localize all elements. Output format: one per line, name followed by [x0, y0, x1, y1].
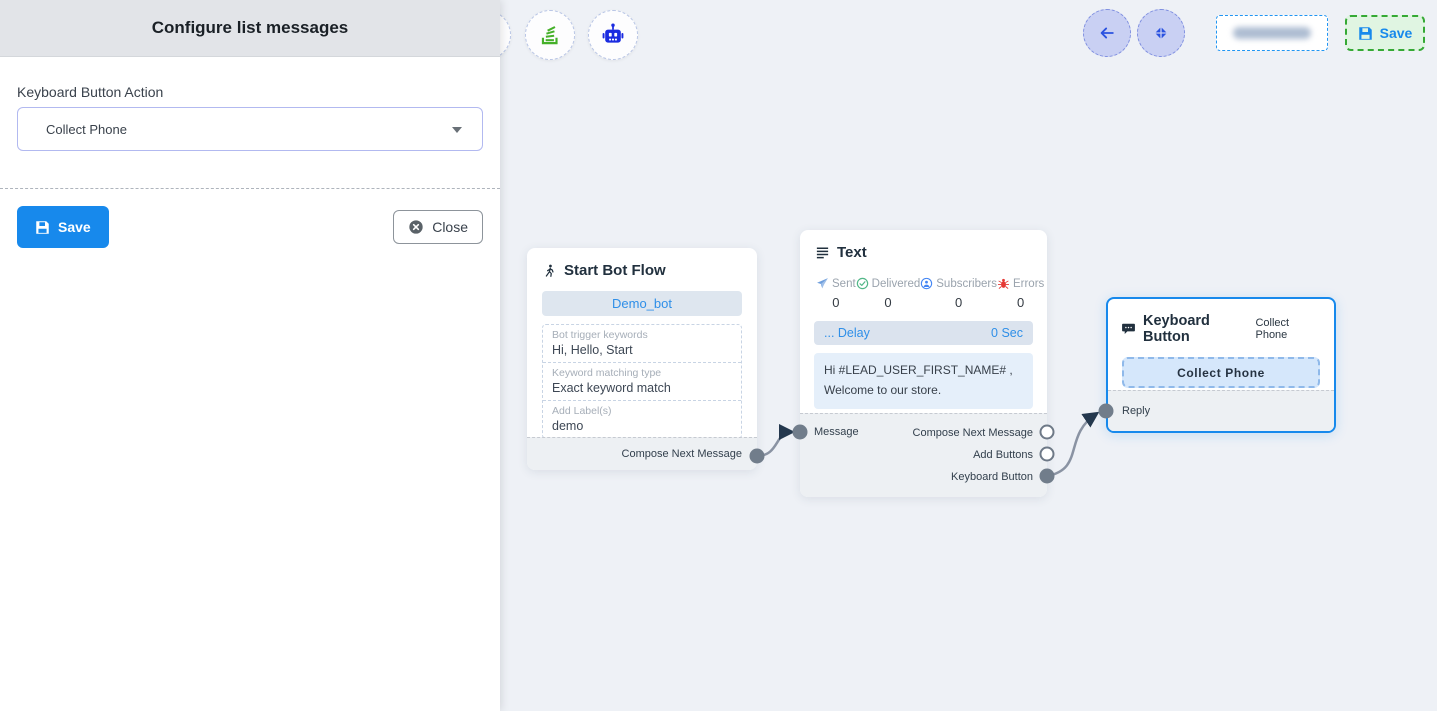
- stat-label: Sent: [832, 278, 856, 290]
- save-floppy-icon: [35, 220, 50, 235]
- compress-icon: [1153, 25, 1169, 41]
- robot-icon: [600, 22, 626, 48]
- dropdown-selected-value: Collect Phone: [46, 122, 127, 137]
- output-port-compose-next-message[interactable]: [1040, 425, 1055, 440]
- output-port-add-buttons[interactable]: [1040, 447, 1055, 462]
- layers-icon: [537, 22, 563, 48]
- stat-subscribers: Subscribers 0: [920, 277, 997, 310]
- field-label: Keyword matching type: [552, 367, 732, 379]
- flow-save-button[interactable]: Save: [1345, 15, 1425, 51]
- field-keyword-matching-type[interactable]: Keyword matching type Exact keyword matc…: [543, 362, 741, 400]
- node-start-bot-flow[interactable]: Start Bot Flow Demo_bot Bot trigger keyw…: [527, 248, 757, 470]
- output-port-compose-next-message[interactable]: [750, 449, 765, 464]
- back-arrow-icon: [1097, 23, 1117, 43]
- stat-label: Delivered: [872, 278, 921, 290]
- keyboard-action-corner-label: Collect Phone: [1255, 317, 1321, 341]
- node-title: Keyboard Button: [1143, 313, 1255, 345]
- field-value: demo: [552, 419, 732, 433]
- flow-save-label: Save: [1380, 25, 1413, 41]
- edge-text-to-keyboard: [1047, 414, 1096, 476]
- field-add-labels[interactable]: Add Label(s) demo: [543, 400, 741, 438]
- node-title: Start Bot Flow: [564, 262, 666, 279]
- close-circle-icon: [408, 219, 424, 235]
- toolbar-button-bot[interactable]: [588, 10, 638, 60]
- panel-header: Configure list messages: [0, 0, 500, 57]
- stat-errors: Errors 0: [997, 277, 1044, 310]
- panel-body: Keyboard Button Action Collect Phone: [0, 57, 500, 151]
- panel-title: Configure list messages: [152, 18, 349, 38]
- field-label: Add Label(s): [552, 405, 732, 417]
- node-title: Text: [837, 244, 867, 261]
- close-button-label: Close: [432, 219, 468, 235]
- stat-delivered: Delivered 0: [856, 277, 921, 310]
- walking-person-icon: [542, 263, 557, 279]
- keyboard-button-action-select[interactable]: Collect Phone: [17, 107, 483, 151]
- stat-value: 0: [884, 295, 891, 310]
- field-bot-trigger-keywords[interactable]: Bot trigger keywords Hi, Hello, Start: [543, 325, 741, 362]
- output-port-label: Compose Next Message: [622, 448, 742, 460]
- input-port-message[interactable]: [793, 425, 808, 440]
- node-header: Start Bot Flow: [527, 248, 757, 279]
- node-footer: Compose Next Message: [527, 437, 757, 470]
- send-icon: [816, 277, 829, 290]
- delay-label: ... Delay: [824, 326, 870, 340]
- stat-value: 0: [1017, 295, 1024, 310]
- input-port-label: Reply: [1122, 405, 1150, 417]
- bot-name-pill[interactable]: Demo_bot: [542, 291, 742, 316]
- save-button[interactable]: Save: [17, 206, 109, 248]
- back-button[interactable]: [1083, 9, 1131, 57]
- stat-value: 0: [832, 295, 839, 310]
- output-port-label: Keyboard Button: [951, 471, 1033, 483]
- chat-bubble-icon: [1121, 322, 1136, 336]
- input-port-label: Message: [814, 426, 859, 438]
- fit-view-button[interactable]: [1137, 9, 1185, 57]
- chevron-down-icon: [452, 127, 462, 133]
- node-footer: Message Compose Next Message Add Buttons…: [800, 413, 1047, 497]
- field-label: Bot trigger keywords: [552, 329, 732, 341]
- stat-label: Subscribers: [936, 278, 997, 290]
- bot-flow-builder: Configure list messages Keyboard Button …: [0, 0, 1437, 711]
- keyboard-reply-button[interactable]: Collect Phone: [1122, 357, 1320, 388]
- text-lines-icon: [815, 245, 830, 260]
- subscribers-icon: [920, 277, 933, 290]
- stats-row: Sent 0 Delivered 0: [816, 277, 1031, 310]
- output-port-label: Compose Next Message: [913, 427, 1033, 439]
- input-port-reply[interactable]: [1099, 404, 1114, 419]
- output-port-label: Add Buttons: [973, 449, 1033, 461]
- dashed-divider: [0, 188, 500, 189]
- node-text[interactable]: Text Sent 0: [800, 230, 1047, 497]
- redacted-action-button[interactable]: [1216, 15, 1328, 51]
- toolbar-button-layers[interactable]: [525, 10, 575, 60]
- trigger-fields: Bot trigger keywords Hi, Hello, Start Ke…: [542, 324, 742, 439]
- field-value: Hi, Hello, Start: [552, 343, 732, 357]
- output-port-keyboard-button[interactable]: [1040, 469, 1055, 484]
- output-port-labels: Compose Next Message Add Buttons Keyboar…: [913, 422, 1033, 488]
- node-keyboard-button[interactable]: Keyboard Button Collect Phone Collect Ph…: [1106, 297, 1336, 433]
- message-preview[interactable]: Hi #LEAD_USER_FIRST_NAME# , Welcome to o…: [814, 353, 1033, 409]
- keyboard-button-action-label: Keyboard Button Action: [17, 84, 483, 100]
- bug-icon: [997, 277, 1010, 290]
- node-header: Text: [800, 230, 1047, 261]
- save-button-label: Save: [58, 219, 91, 235]
- flow-canvas[interactable]: Save Start Bot Flow Demo_bot Bot trigger…: [500, 0, 1437, 711]
- node-footer: Reply: [1108, 390, 1334, 431]
- stat-value: 0: [955, 295, 962, 310]
- stat-label: Errors: [1013, 278, 1044, 290]
- field-value: Exact keyword match: [552, 381, 732, 395]
- stat-sent: Sent 0: [816, 277, 856, 310]
- redacted-label: [1233, 27, 1311, 39]
- configure-panel: Configure list messages Keyboard Button …: [0, 0, 500, 711]
- save-floppy-icon: [1358, 26, 1373, 41]
- delay-value: 0 Sec: [991, 326, 1023, 340]
- node-header: Keyboard Button Collect Phone: [1108, 299, 1334, 345]
- delay-bar[interactable]: ... Delay 0 Sec: [814, 321, 1033, 345]
- close-button[interactable]: Close: [393, 210, 483, 244]
- check-circle-icon: [856, 277, 869, 290]
- panel-actions: Save Close: [17, 206, 483, 248]
